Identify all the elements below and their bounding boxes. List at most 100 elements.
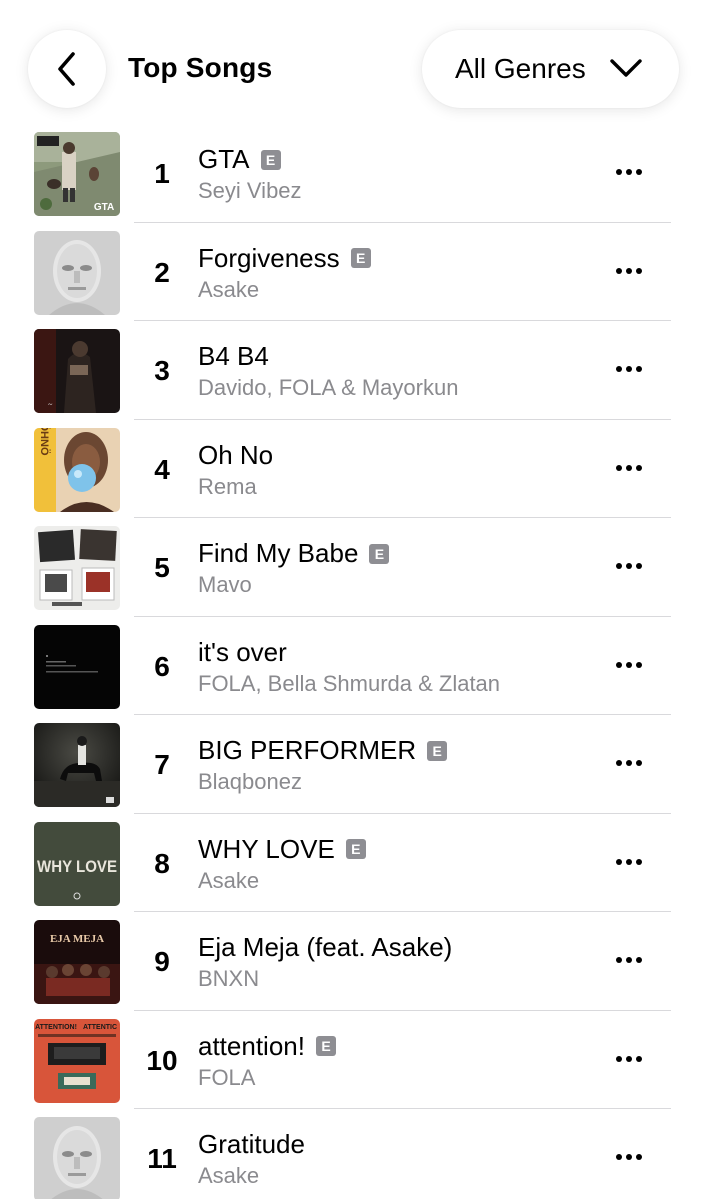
song-row[interactable]: 2 Forgiveness E Asake — [0, 223, 707, 321]
rank: 3 — [154, 355, 170, 386]
ellipsis-icon — [616, 957, 622, 963]
song-title-text: Gratitude — [198, 1129, 305, 1159]
more-options-button[interactable] — [610, 259, 648, 283]
song-row[interactable]: ~ 3 B4 B4 Davido, FOLA & Mayorkun — [0, 321, 707, 420]
more-options-button[interactable] — [610, 1047, 648, 1071]
song-title[interactable]: Eja Meja (feat. Asake) — [198, 932, 452, 963]
song-title[interactable]: Gratitude — [198, 1129, 305, 1160]
song-title-text: Oh No — [198, 439, 274, 470]
artist-name[interactable]: Blaqbonez — [198, 769, 302, 795]
song-title-text: GTA — [198, 144, 250, 174]
ellipsis-icon — [616, 661, 622, 668]
page-title: Top Songs — [128, 52, 273, 83]
ellipsis-icon — [616, 267, 622, 274]
song-title[interactable]: attention! E — [198, 1031, 336, 1062]
album-art: ~ — [34, 329, 120, 413]
album-art: EJA MEJA — [34, 920, 120, 1004]
explicit-badge: E — [315, 1036, 336, 1056]
art-text: WHY LOVE — [37, 857, 117, 876]
song-title[interactable]: Find My Babe E — [198, 538, 390, 569]
artist-name[interactable]: BNXN — [198, 966, 259, 992]
rank: 5 — [154, 552, 170, 583]
song-row[interactable]: 11 Gratitude Asake — [0, 1109, 707, 1199]
song-title[interactable]: WHY LOVE E — [198, 834, 366, 865]
ellipsis-icon — [616, 1055, 622, 1062]
explicit-badge: E — [260, 149, 281, 170]
more-options-button[interactable] — [610, 850, 648, 874]
song-row[interactable]: EJA MEJA 9 Eja Meja (feat. Asake) BNXN — [0, 912, 707, 1011]
album-art: ATTENTION! ATTENTIC — [34, 1018, 120, 1103]
song-title-text: it's over — [198, 636, 287, 667]
artist-name[interactable]: Rema — [198, 474, 257, 500]
song-row[interactable]: WHY LOVE 8 WHY LOVE E Asake — [0, 814, 707, 912]
artist-name[interactable]: FOLA — [198, 1065, 255, 1091]
album-art: WHY LOVE — [34, 821, 120, 906]
rank: 1 — [154, 158, 170, 189]
song-title-text: Eja Meja (feat. Asake) — [198, 932, 453, 962]
more-options-button[interactable] — [610, 456, 648, 480]
rank: 6 — [154, 650, 170, 682]
artist-name[interactable]: Asake — [198, 277, 259, 303]
ellipsis-icon — [616, 1154, 622, 1160]
svg-text:ATTENTIC: ATTENTIC — [83, 1024, 117, 1031]
rank: 2 — [154, 256, 170, 288]
genre-filter-label: All Genres — [455, 53, 586, 84]
chevron-left-icon — [58, 52, 75, 86]
album-art: ÖHNÖ — [34, 427, 120, 512]
more-options-button[interactable] — [610, 751, 648, 775]
art-text: GTA — [94, 202, 114, 213]
ellipsis-icon — [616, 464, 622, 471]
song-row[interactable]: ÖHNÖ 4 Oh No Rema — [0, 420, 707, 518]
song-title[interactable]: Forgiveness E — [198, 243, 371, 274]
artist-name[interactable]: Davido, FOLA & Mayorkun — [198, 375, 458, 401]
more-options-button[interactable] — [610, 357, 648, 381]
song-title[interactable]: GTA E — [198, 144, 281, 175]
song-row[interactable]: 5 Find My Babe E Mavo — [0, 518, 707, 617]
svg-text:~: ~ — [48, 400, 53, 409]
song-list: GTA 1 GTA E Seyi Vibez 2 Forgiveness E A… — [0, 124, 707, 1199]
genre-filter-button[interactable]: All Genres — [422, 30, 679, 108]
explicit-badge: E — [427, 740, 448, 761]
song-title[interactable]: it's over — [198, 637, 287, 668]
ellipsis-icon — [616, 760, 622, 766]
more-options-button[interactable] — [610, 160, 648, 184]
header: Top Songs All Genres — [0, 0, 707, 125]
more-options-button[interactable] — [610, 948, 648, 972]
song-row[interactable]: 7 BIG PERFORMER E Blaqbonez — [0, 715, 707, 814]
back-button[interactable] — [28, 30, 106, 108]
chevron-down-icon — [610, 59, 642, 77]
artist-name[interactable]: Asake — [198, 1163, 259, 1189]
rank: 10 — [146, 1044, 178, 1076]
more-options-button[interactable] — [610, 1145, 648, 1169]
ellipsis-icon — [616, 366, 622, 372]
ellipsis-icon — [616, 169, 622, 175]
art-text: ÖHNÖ — [38, 428, 51, 456]
song-row[interactable]: ATTENTION! ATTENTIC 10 attention! E FOLA — [0, 1011, 707, 1109]
explicit-badge: E — [369, 543, 390, 564]
artist-name[interactable]: Asake — [198, 868, 259, 894]
song-title[interactable]: B4 B4 — [198, 341, 269, 372]
album-art — [34, 1117, 120, 1199]
ellipsis-icon — [616, 563, 622, 569]
song-row[interactable]: GTA 1 GTA E Seyi Vibez — [0, 124, 707, 223]
artist-name[interactable]: FOLA, Bella Shmurda & Zlatan — [198, 671, 500, 697]
song-title[interactable]: BIG PERFORMER E — [198, 735, 448, 766]
art-text: ATTENTION! — [35, 1024, 77, 1031]
more-options-button[interactable] — [610, 653, 648, 677]
rank: 7 — [154, 749, 170, 780]
more-options-button[interactable] — [610, 554, 648, 578]
rank: 9 — [154, 946, 170, 977]
song-title-text: BIG PERFORMER — [198, 735, 417, 765]
artist-name[interactable]: Seyi Vibez — [198, 178, 302, 204]
song-row[interactable]: 6 it's over FOLA, Bella Shmurda & Zlatan — [0, 617, 707, 715]
song-title-text: Find My Babe — [198, 538, 359, 568]
rank: 11 — [147, 1143, 177, 1174]
album-art: GTA — [34, 132, 120, 216]
explicit-badge: E — [345, 839, 366, 859]
album-art — [34, 230, 120, 315]
song-title[interactable]: Oh No — [198, 440, 273, 471]
song-title-text: Forgiveness — [198, 242, 340, 273]
rank: 8 — [154, 847, 170, 879]
artist-name[interactable]: Mavo — [198, 572, 252, 598]
song-title-text: B4 B4 — [198, 341, 269, 371]
